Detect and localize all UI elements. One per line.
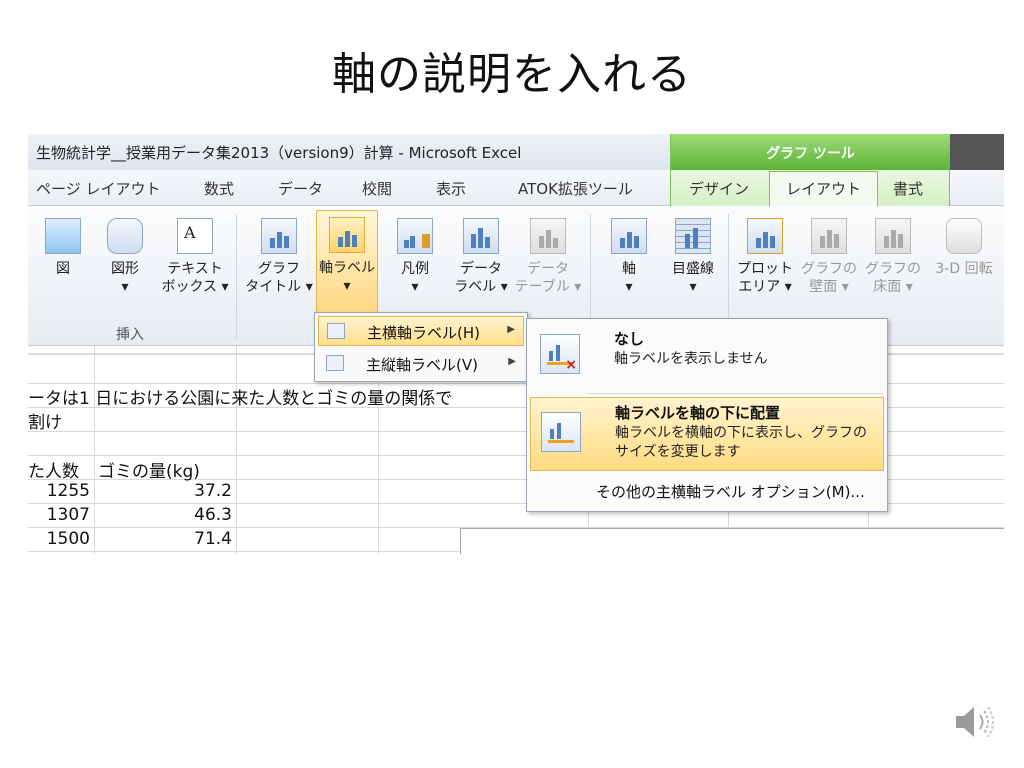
chart-wall-button[interactable]: グラフの 壁面 ▾ [798, 212, 860, 296]
chart-tools-header: グラフ ツール [670, 134, 950, 170]
textbox-button[interactable]: A テキスト ボックス ▾ [158, 212, 232, 296]
3d-rotation-button[interactable]: 3-D 回転 [926, 212, 1002, 278]
data-labels-button[interactable]: データ ラベル ▾ [446, 212, 516, 296]
chart-floor-icon [875, 218, 911, 254]
cell-visitors[interactable]: 1307 [28, 505, 90, 525]
data-table-button[interactable]: データ テーブル ▾ [512, 212, 584, 296]
primary-horizontal-axis-title-item[interactable]: 主横軸ラベル(H) ▶ [318, 316, 524, 346]
cell-note[interactable]: 割け [28, 408, 62, 433]
embedded-chart[interactable] [460, 528, 1004, 554]
data-table-icon [530, 218, 566, 254]
chart-tools-label: グラフ ツール [766, 146, 855, 162]
primary-vertical-axis-title-item[interactable]: 主縦軸ラベル(V) ▶ [318, 349, 524, 379]
chart-tools-tabs: デザイン レイアウト 書式 [670, 170, 950, 207]
legend-button[interactable]: 凡例 ▾ [384, 212, 446, 296]
chart-title-icon [261, 218, 297, 254]
cell-garbage[interactable]: 46.3 [98, 505, 232, 525]
axis-titles-icon [329, 217, 365, 253]
cell-description[interactable]: ータは1 日における公園に来た人数とゴミの量の関係で [28, 384, 452, 409]
tab-data[interactable]: データ [278, 178, 323, 199]
window-title: 生物統計学__授業用データ集2013（version9）計算 - Microso… [36, 144, 522, 162]
chart-floor-button[interactable]: グラフの 床面 ▾ [862, 212, 924, 296]
picture-icon [45, 218, 81, 254]
title-below-axis-icon [541, 412, 581, 452]
tab-atok[interactable]: ATOK拡張ツール [518, 178, 633, 199]
chart-title-button[interactable]: グラフ タイトル ▾ [244, 212, 314, 296]
shapes-icon [107, 218, 143, 254]
group-divider [236, 214, 237, 340]
plot-area-icon [747, 218, 783, 254]
axis-titles-button[interactable]: 軸ラベル ▾ [316, 210, 378, 322]
insert-group-label: 挿入 [116, 327, 144, 343]
title-bar: 生物統計学__授業用データ集2013（version9）計算 - Microso… [28, 134, 1004, 170]
option-title-below-axis[interactable]: 軸ラベルを軸の下に配置 軸ラベルを横軸の下に表示し、グラフの サイズを変更します [530, 397, 884, 471]
header-garbage[interactable]: ゴミの量(kg) [98, 457, 200, 482]
shapes-button[interactable]: 図形 ▾ [94, 212, 156, 296]
picture-button[interactable]: 図 [32, 212, 94, 278]
data-labels-icon [463, 218, 499, 254]
cell-garbage[interactable]: 71.4 [98, 529, 232, 551]
tab-format[interactable]: 書式 [893, 178, 923, 199]
horizontal-axis-title-options-menu: × なし 軸ラベルを表示しません 軸ラベルを軸の下に配置 軸ラベルを横軸の下に表… [526, 318, 888, 512]
header-visitors[interactable]: た人数 [28, 457, 79, 482]
tab-formulas[interactable]: 数式 [204, 178, 234, 199]
slide-title: 軸の説明を入れる [332, 49, 692, 100]
cell-garbage[interactable]: 37.2 [98, 481, 232, 501]
axes-icon [611, 218, 647, 254]
legend-icon [397, 218, 433, 254]
gridlines-button[interactable]: 目盛線 ▾ [662, 212, 724, 296]
axis-titles-submenu: 主横軸ラベル(H) ▶ 主縦軸ラベル(V) ▶ [314, 312, 528, 382]
more-axis-title-options[interactable]: その他の主横軸ラベル オプション(M)... [530, 475, 884, 507]
window-controls-area [950, 134, 1004, 170]
vertical-axis-icon [326, 355, 344, 371]
excel-screenshot: 生物統計学__授業用データ集2013（version9）計算 - Microso… [28, 134, 1004, 554]
plot-area-button[interactable]: プロット エリア ▾ [734, 212, 796, 296]
cell-visitors[interactable]: 1255 [28, 481, 90, 501]
3d-rotation-icon [946, 218, 982, 254]
cell-visitors[interactable]: 1500 [28, 529, 90, 551]
tab-view[interactable]: 表示 [436, 178, 466, 199]
tab-design[interactable]: デザイン [689, 178, 749, 199]
tab-review[interactable]: 校閲 [362, 178, 392, 199]
horizontal-axis-icon [327, 323, 345, 339]
submenu-arrow-icon: ▶ [507, 324, 515, 335]
chart-wall-icon [811, 218, 847, 254]
submenu-arrow-icon: ▶ [508, 356, 516, 367]
gridlines-icon [675, 218, 711, 254]
textbox-icon: A [177, 218, 213, 254]
axes-button[interactable]: 軸 ▾ [598, 212, 660, 296]
tab-page-layout[interactable]: ページ レイアウト [36, 178, 160, 199]
tab-layout[interactable]: レイアウト [769, 171, 879, 207]
no-axis-title-icon: × [540, 334, 580, 374]
option-none[interactable]: × なし 軸ラベルを表示しません [530, 322, 884, 388]
speaker-icon[interactable] [950, 700, 1000, 744]
